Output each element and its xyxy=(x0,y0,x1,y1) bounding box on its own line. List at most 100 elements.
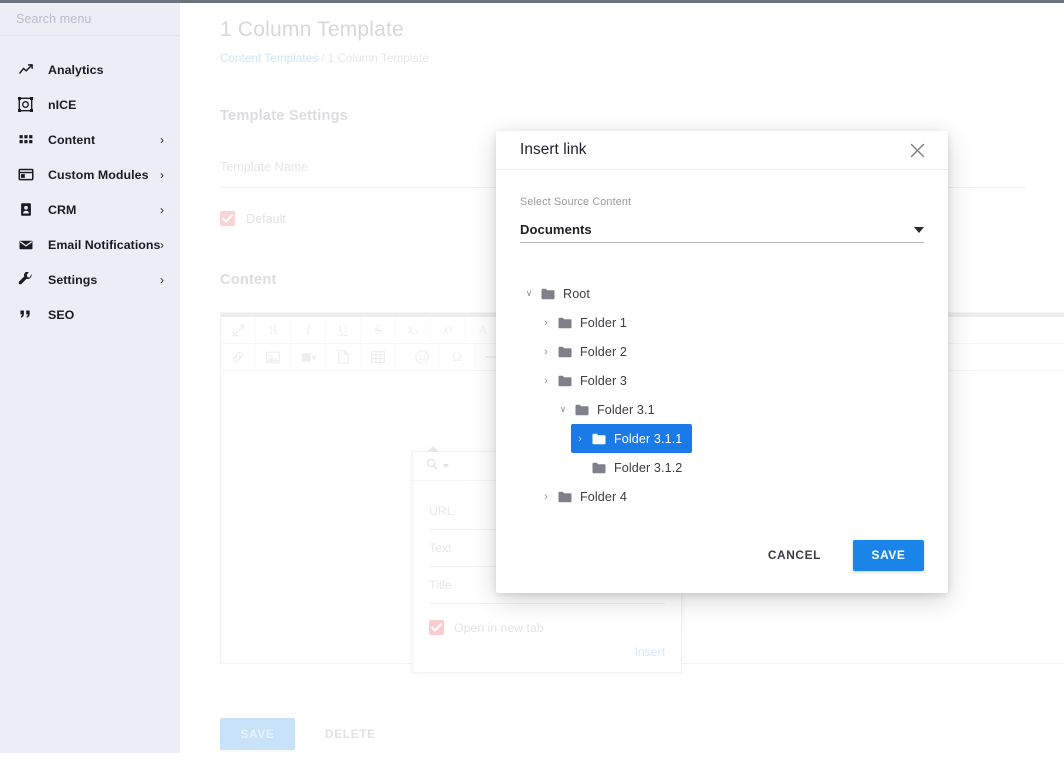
open-new-tab-label: Open in new tab xyxy=(454,621,544,635)
folder-tree: ∨ Root › Folder 1 ›Folder 2›Folder 3 ∨ Folder … xyxy=(520,279,924,511)
sidebar-item-email-notifications[interactable]: Email Notifications› xyxy=(0,227,180,262)
tree-node[interactable]: ›Folder 3 xyxy=(537,366,637,395)
tree-node[interactable]: ∨ Root xyxy=(520,279,600,308)
sidebar-item-label: Analytics xyxy=(48,63,104,77)
sidebar-nav: AnalyticsnICEContent›Custom Modules›CRM›… xyxy=(0,36,180,332)
chevron-right-icon[interactable]: › xyxy=(537,346,555,358)
tree-node-label: Folder 3.1.2 xyxy=(614,461,682,475)
tree-node-label: Folder 3.1.1 xyxy=(614,432,682,446)
tree-node[interactable]: › Folder 4 xyxy=(537,482,637,511)
folder-icon xyxy=(555,375,575,387)
tree-node[interactable]: › Folder 1 xyxy=(537,308,637,337)
sidebar-item-crm[interactable]: CRM› xyxy=(0,192,180,227)
chevron-right-icon[interactable]: › xyxy=(537,317,555,329)
tree-node-label: Folder 4 xyxy=(580,490,627,504)
folder-icon xyxy=(589,462,609,474)
video-icon[interactable] xyxy=(291,344,326,371)
chevron-down-icon xyxy=(914,227,924,233)
strikethrough-icon[interactable]: S xyxy=(361,317,396,344)
tree-node-label: Root xyxy=(563,287,590,301)
quote-icon xyxy=(17,306,34,323)
special-char-icon[interactable]: Ω xyxy=(440,344,475,371)
emoji-icon[interactable] xyxy=(405,344,440,371)
tree-node-label: Folder 3.1 xyxy=(597,403,655,417)
sidebar-item-nice[interactable]: nICE xyxy=(0,87,180,122)
search-icon xyxy=(426,457,438,475)
link-icon[interactable] xyxy=(221,344,256,371)
bold-icon[interactable]: B xyxy=(256,317,291,344)
default-checkbox[interactable] xyxy=(220,211,235,226)
chevron-down-icon[interactable]: ∨ xyxy=(554,404,572,415)
text-placeholder: Text xyxy=(429,541,452,555)
tree-node[interactable]: ›Folder 2 xyxy=(537,337,637,366)
chevron-right-icon[interactable]: › xyxy=(571,433,589,445)
dialog-footer: CANCEL SAVE xyxy=(496,517,948,593)
default-checkbox-row[interactable]: Default xyxy=(220,211,286,226)
tree-node[interactable]: › Folder 3.1.1 xyxy=(571,424,692,453)
breadcrumb-link[interactable]: Content Templates xyxy=(220,52,318,65)
file-icon[interactable] xyxy=(326,344,361,371)
grid-icon xyxy=(17,131,34,148)
module-card-icon xyxy=(17,166,34,183)
chevron-right-icon[interactable]: › xyxy=(160,239,164,251)
sidebar-item-seo[interactable]: SEO xyxy=(0,297,180,332)
template-name-placeholder: Template Name xyxy=(220,160,308,174)
image-icon[interactable] xyxy=(256,344,291,371)
expand-arrows-icon[interactable] xyxy=(221,317,256,344)
subscript-icon[interactable]: x₂ xyxy=(396,317,431,344)
sidebar-item-label: SEO xyxy=(48,308,74,322)
open-new-tab-checkbox[interactable] xyxy=(429,620,444,635)
source-content-select[interactable]: Documents xyxy=(520,217,924,243)
close-icon[interactable] xyxy=(906,139,928,161)
insert-link-button[interactable]: Insert xyxy=(429,635,665,663)
delete-button[interactable]: DELETE xyxy=(325,727,376,741)
breadcrumb: Content Templates/1 Column Template xyxy=(220,52,429,65)
wrench-icon xyxy=(17,271,34,288)
chevron-right-icon[interactable]: › xyxy=(537,491,555,503)
search-placeholder: Search menu xyxy=(16,12,91,26)
chevron-right-icon[interactable]: › xyxy=(537,375,555,387)
folder-icon xyxy=(555,491,575,503)
dialog-save-button[interactable]: SAVE xyxy=(853,540,924,571)
italic-icon[interactable]: I xyxy=(291,317,326,344)
tree-node-label: Folder 1 xyxy=(580,316,627,330)
tree-node[interactable]: ∨ Folder 3.1 xyxy=(554,395,665,424)
table-icon[interactable] xyxy=(361,344,396,371)
sidebar-item-label: Custom Modules xyxy=(48,168,149,182)
folder-icon xyxy=(555,346,575,358)
url-placeholder: URL xyxy=(429,504,454,518)
page-title: 1 Column Template xyxy=(220,18,404,42)
sidebar-item-custom-modules[interactable]: Custom Modules › xyxy=(0,157,180,192)
chevron-right-icon[interactable]: › xyxy=(160,169,164,181)
superscript-icon[interactable]: x² xyxy=(431,317,466,344)
crop-frame-icon xyxy=(17,96,34,113)
sidebar-item-content[interactable]: Content› xyxy=(0,122,180,157)
folder-icon xyxy=(555,317,575,329)
chevron-right-icon[interactable]: › xyxy=(160,274,164,286)
sidebar-item-label: Settings xyxy=(48,273,97,287)
chevron-right-icon[interactable]: › xyxy=(160,204,164,216)
chevron-down-icon[interactable]: ∨ xyxy=(520,288,538,299)
sidebar-item-label: Email Notifications xyxy=(48,238,160,252)
app-root: Search menu AnalyticsnICEContent›Custom … xyxy=(0,0,1064,774)
chevron-right-icon[interactable]: › xyxy=(160,134,164,146)
contact-card-icon xyxy=(17,201,34,218)
open-new-tab-row[interactable]: Open in new tab xyxy=(429,620,665,635)
underline-icon[interactable]: U xyxy=(326,317,361,344)
cancel-button[interactable]: CANCEL xyxy=(758,540,831,570)
save-button[interactable]: SAVE xyxy=(220,718,295,750)
dialog-title: Insert link xyxy=(520,141,587,159)
sidebar-item-settings[interactable]: Settings › xyxy=(0,262,180,297)
sidebar-search[interactable]: Search menu xyxy=(0,3,180,36)
sidebar: Search menu AnalyticsnICEContent›Custom … xyxy=(0,3,180,753)
trend-up-icon xyxy=(17,61,34,78)
toolbar-separator xyxy=(396,344,405,371)
dialog-body: Select Source Content Documents ∨Root›Fo… xyxy=(496,170,948,511)
tree-node[interactable]: ›Folder 3.1.2 xyxy=(571,453,692,482)
popover-caret xyxy=(427,446,439,452)
source-content-value: Documents xyxy=(520,222,592,237)
folder-icon xyxy=(572,404,592,416)
sidebar-item-analytics[interactable]: Analytics xyxy=(0,52,180,87)
breadcrumb-separator: / xyxy=(321,52,324,65)
folder-icon xyxy=(538,288,558,300)
